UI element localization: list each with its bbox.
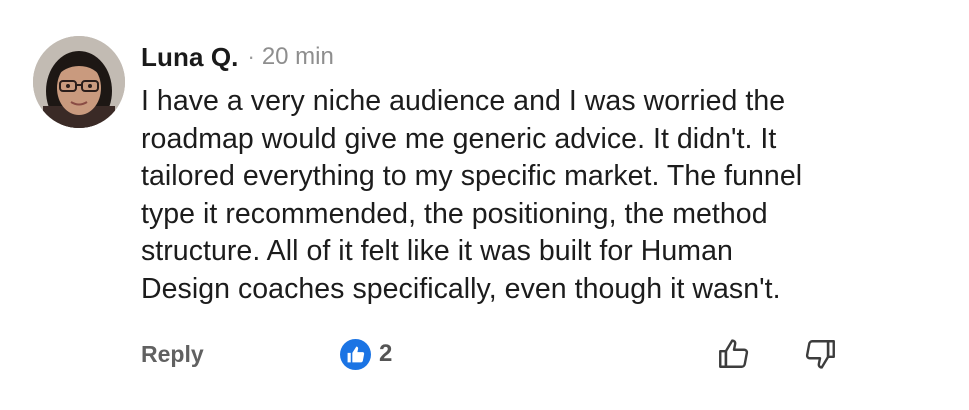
comment-card: Luna Q. · 20 min I have a very niche aud… bbox=[0, 0, 969, 410]
comment-line: structure. All of it felt like it was bu… bbox=[141, 235, 733, 267]
thumb-down-icon[interactable] bbox=[803, 336, 839, 372]
comment-line: I have a very niche audience and I was w… bbox=[141, 85, 786, 117]
header-separator: · bbox=[247, 44, 255, 69]
like-badge-icon bbox=[340, 338, 371, 370]
comment-line: type it recommended, the positioning, th… bbox=[141, 197, 768, 230]
avatar-photo bbox=[33, 36, 125, 128]
comment-line: roadmap would give me generic advice. It… bbox=[141, 122, 777, 155]
comment-line: tailored everything to my specific marke… bbox=[141, 160, 803, 192]
author-name[interactable]: Luna Q. bbox=[141, 42, 238, 73]
avatar[interactable] bbox=[33, 36, 125, 128]
reply-button[interactable]: Reply bbox=[141, 337, 204, 371]
comment-header: Luna Q. · 20 min bbox=[141, 40, 334, 74]
like-count: 2 bbox=[379, 340, 393, 367]
comment-line: Design coaches specifically, even though… bbox=[141, 272, 781, 305]
timestamp: 20 min bbox=[261, 43, 334, 70]
thumb-up-icon[interactable] bbox=[715, 336, 751, 372]
reaction-summary[interactable]: 2 bbox=[340, 337, 392, 371]
comment-body: I have a very niche audience and I was w… bbox=[141, 83, 951, 308]
